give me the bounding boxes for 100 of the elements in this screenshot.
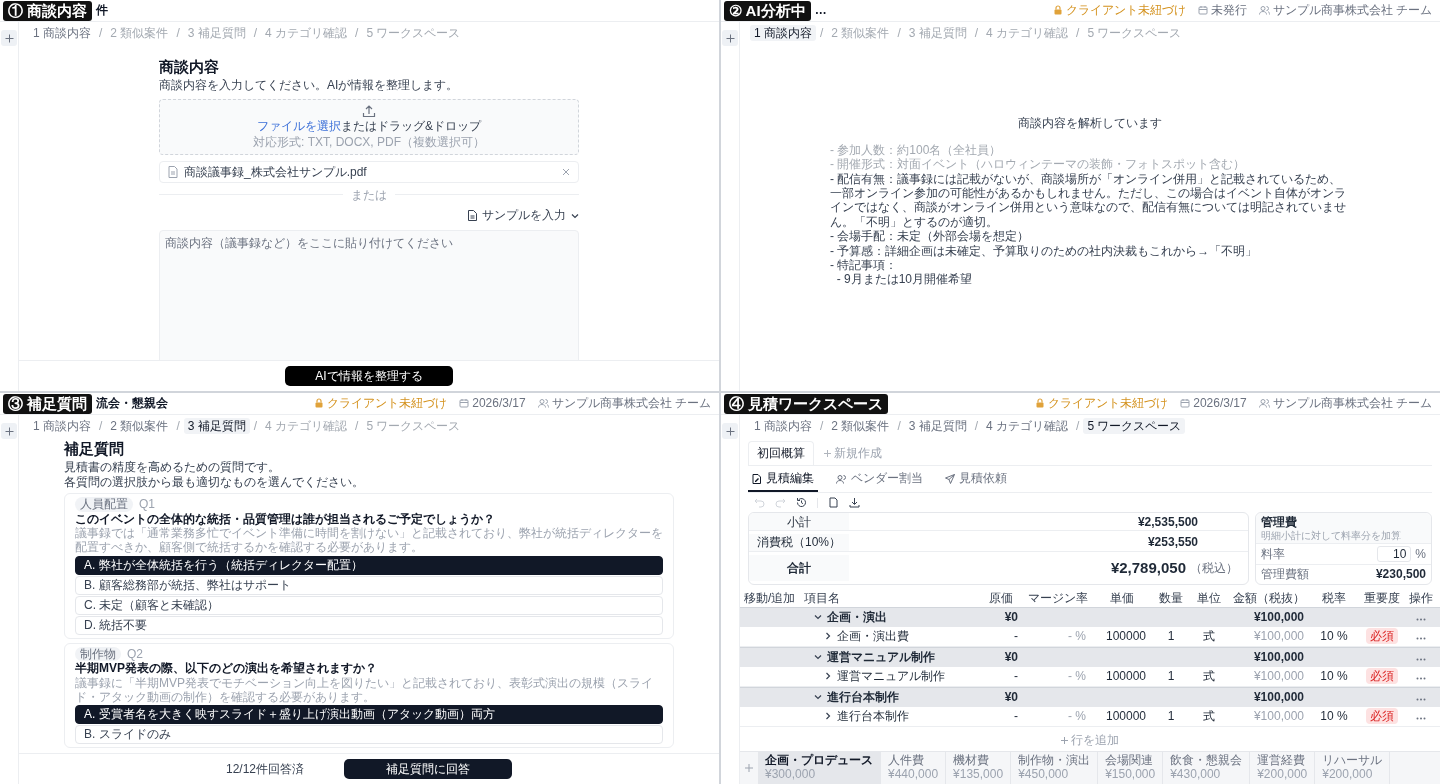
column-header: 金額（税抜）: [1232, 591, 1306, 606]
chevron-down-icon[interactable]: [814, 613, 822, 622]
chevron-right-icon[interactable]: [824, 632, 832, 641]
importance-badge: 必須: [1366, 667, 1398, 684]
add-button[interactable]: [1, 30, 17, 46]
breadcrumb-separator: /: [253, 419, 258, 434]
close-icon[interactable]: [562, 167, 570, 176]
column-header: 項目名: [804, 591, 841, 606]
header-status[interactable]: サンプル商事株式会社 チーム: [1258, 3, 1432, 18]
step-tab[interactable]: 4 カテゴリ確認: [982, 418, 1073, 435]
estimate-tab[interactable]: 初回概算: [748, 441, 814, 466]
file-select-link[interactable]: ファイルを選択: [257, 119, 341, 134]
file-dropzone[interactable]: ファイルを選択またはドラッグ&ドロップ 対応形式: TXT, DOCX, PDF（複数選択可）: [159, 98, 579, 155]
plus-icon: [725, 426, 735, 436]
document-icon: [168, 165, 178, 178]
step-tab[interactable]: 1 商談内容: [29, 418, 95, 435]
breadcrumb-separator: /: [1076, 26, 1080, 41]
add-button[interactable]: [722, 423, 738, 439]
step-tab[interactable]: 3 補足質問: [183, 418, 250, 435]
importance-badge: 必須: [1366, 707, 1398, 724]
new-estimate-tab[interactable]: 新規作成: [820, 442, 886, 466]
editor-tab[interactable]: 見積依頼: [941, 466, 1011, 493]
header-status[interactable]: 2026/3/17: [1180, 396, 1247, 411]
chevron-right-icon[interactable]: [824, 712, 832, 721]
more-icon[interactable]: [1416, 617, 1426, 621]
editor-tab[interactable]: ベンダー割当: [832, 466, 927, 493]
sample-dropdown[interactable]: サンプルを入力: [468, 205, 579, 227]
column-header: 重要度: [1363, 591, 1401, 606]
answer-option[interactable]: D. 統括不要: [75, 615, 663, 635]
answered-count: 12/12件回答済: [226, 761, 304, 777]
header-status[interactable]: 未発行: [1197, 3, 1247, 18]
history-icon[interactable]: [796, 497, 807, 509]
table-cell: - %: [1068, 708, 1086, 723]
add-button[interactable]: [1, 423, 17, 439]
step-tab[interactable]: 1 商談内容: [750, 418, 816, 435]
answer-option[interactable]: A. 弊社が全体統括を行う（統括ディレクター配置）: [75, 555, 663, 575]
table-cell: 100000: [1105, 668, 1146, 683]
step-tab[interactable]: 1 商談内容: [750, 25, 816, 42]
category-tab[interactable]: 人件費 ¥440,000: [881, 752, 947, 784]
step-tab[interactable]: 5 ワークスペース: [1083, 418, 1186, 435]
category-tab[interactable]: 運営経費 ¥200,000: [1250, 752, 1316, 784]
answer-option[interactable]: B. 顧客総務部が統括、弊社はサポート: [75, 575, 663, 595]
table-cell: 1: [1167, 668, 1175, 683]
table-cell: 10 %: [1320, 668, 1348, 683]
fee-amount: ¥230,500: [1375, 567, 1426, 582]
analysis-line: - 特記事項：: [830, 257, 899, 273]
download-icon[interactable]: [849, 497, 860, 509]
more-icon[interactable]: [1416, 657, 1426, 661]
answer-option[interactable]: B. スライドのみ: [75, 725, 663, 745]
add-button[interactable]: [722, 30, 738, 46]
category-tab[interactable]: 制作物・演出 ¥450,000: [1011, 752, 1099, 784]
users-icon: [537, 398, 549, 409]
chevron-down-icon[interactable]: [814, 693, 822, 702]
step-tab[interactable]: 1 商談内容: [29, 25, 95, 42]
more-icon[interactable]: [1416, 676, 1426, 680]
header-status[interactable]: クライアント未紐づけ: [314, 396, 448, 411]
table-cell-text: ¥100,000: [1252, 649, 1305, 665]
category-tab[interactable]: 会場関連 ¥150,000: [1098, 752, 1164, 784]
header-status[interactable]: 2026/3/17: [459, 396, 526, 411]
fee-amount-label: 管理費額: [1261, 567, 1309, 582]
more-icon[interactable]: [1416, 697, 1426, 701]
step-tab[interactable]: 2 類似案件: [106, 418, 173, 435]
header-status[interactable]: サンプル商事株式会社 チーム: [1258, 396, 1432, 411]
page-description: 各質問の選択肢から最も適切なものを選んでください。: [64, 474, 365, 490]
panel-label: ④ 見積ワークスペース: [724, 393, 889, 414]
analysis-line: - 9月または10月開催希望: [835, 272, 974, 287]
copy-icon[interactable]: [828, 497, 839, 509]
more-icon[interactable]: [1416, 716, 1426, 720]
plus-icon: [745, 764, 753, 772]
organize-button[interactable]: AIで情報を整理する: [285, 366, 453, 386]
breadcrumb-separator: /: [820, 419, 824, 434]
chevron-down-icon[interactable]: [814, 653, 822, 662]
column-header: 単位: [1196, 591, 1222, 606]
category-tab[interactable]: 機材費 ¥135,000: [946, 752, 1012, 784]
answer-option[interactable]: C. 未定（顧客と未確認）: [75, 595, 663, 615]
submit-answers-button[interactable]: 補足質問に回答: [344, 759, 512, 779]
category-tab[interactable]: 企画・プロデュース ¥300,000: [758, 752, 881, 784]
step-tab[interactable]: 3 補足質問: [904, 418, 971, 435]
more-icon[interactable]: [1416, 636, 1426, 640]
lock-icon: [314, 398, 325, 409]
chevron-right-icon[interactable]: [824, 672, 832, 681]
category-tab[interactable]: リハーサル ¥200,000: [1315, 752, 1391, 784]
add-row-button[interactable]: 行を追加: [1055, 730, 1125, 750]
header-status[interactable]: クライアント未紐づけ: [1052, 3, 1186, 18]
table-cell: 1: [1167, 628, 1175, 643]
answer-option[interactable]: A. 受賞者名を大きく映すスライド＋盛り上げ演出動画（アタック動画）両方: [75, 705, 663, 725]
plus-icon: [4, 426, 14, 436]
breadcrumb-separator: /: [1076, 419, 1080, 434]
column-header: 操作: [1408, 591, 1434, 606]
breadcrumb-separator: /: [253, 26, 258, 41]
category-tab[interactable]: 飲食・懇親会 ¥430,000: [1163, 752, 1251, 784]
tax-note: （税込）: [1190, 560, 1238, 575]
header-status[interactable]: サンプル商事株式会社 チーム: [537, 396, 711, 411]
step-tab[interactable]: 2 類似案件: [827, 418, 894, 435]
editor-tab[interactable]: 見積編集: [748, 466, 818, 493]
meeting-notes-textarea[interactable]: 商談内容（議事録など）をここに貼り付けてください: [159, 230, 579, 360]
rate-input[interactable]: 10: [1377, 545, 1412, 563]
header-status[interactable]: クライアント未紐づけ: [1035, 396, 1169, 411]
calendar-icon: [1197, 5, 1208, 16]
analysis-line: - 開催形式：対面イベント（ハロウィンテーマの装飾・フォトスポット含む）: [830, 157, 1247, 172]
